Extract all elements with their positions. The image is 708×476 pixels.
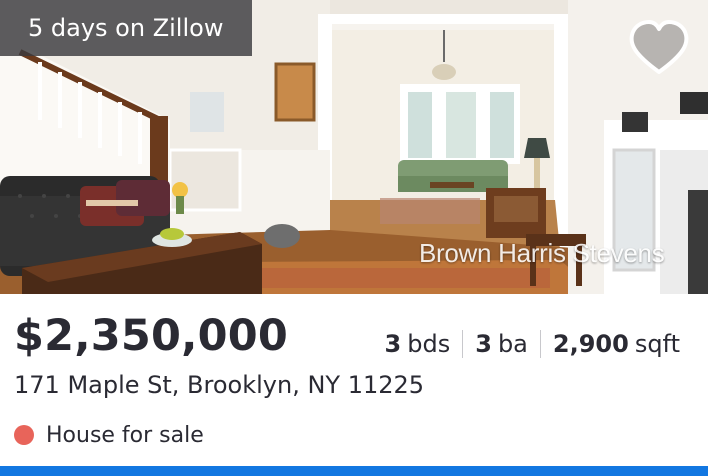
status-label: House for sale (46, 422, 204, 448)
listing-price: $2,350,000 (14, 311, 289, 361)
listing-card[interactable]: 5 days on Zillow Brown Harris Stevens $2… (0, 0, 708, 476)
fact-divider (539, 330, 541, 358)
save-home-button[interactable] (626, 18, 692, 78)
beds-fact: 3 bds (385, 330, 451, 358)
fact-divider (462, 330, 464, 358)
baths-value: 3 (475, 330, 492, 358)
baths-unit: ba (497, 330, 528, 358)
status-dot-icon (14, 425, 34, 445)
accent-bar (0, 466, 708, 476)
sqft-unit: sqft (634, 330, 680, 358)
baths-fact: 3 ba (475, 330, 528, 358)
listing-address[interactable]: 171 Maple St, Brooklyn, NY 11225 (14, 371, 424, 399)
sqft-fact: 2,900 sqft (553, 330, 680, 358)
beds-unit: bds (407, 330, 451, 358)
listing-photo[interactable]: 5 days on Zillow Brown Harris Stevens (0, 0, 708, 294)
photo-watermark: Brown Harris Stevens (419, 238, 665, 268)
days-on-zillow-badge: 5 days on Zillow (0, 0, 252, 56)
home-facts: 3 bds 3 ba 2,900 sqft (385, 328, 680, 360)
listing-status: House for sale (14, 420, 204, 450)
beds-value: 3 (384, 330, 402, 358)
heart-outline-icon (629, 20, 689, 74)
sqft-value: 2,900 (552, 330, 629, 358)
